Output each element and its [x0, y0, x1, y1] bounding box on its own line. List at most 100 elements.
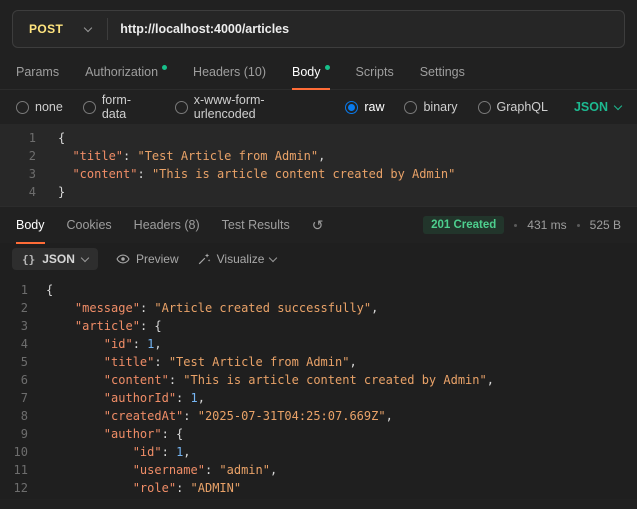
code-line: 10 "id": 1, [0, 443, 637, 461]
code-line: 1{ [0, 129, 637, 147]
code-text: "role": "ADMIN" [132, 481, 242, 495]
tab-body[interactable]: Body [292, 56, 330, 90]
line-number: 3 [20, 319, 28, 333]
body-type-selector: none form-data x-www-form-urlencoded raw… [0, 90, 637, 124]
green-dot [324, 64, 330, 70]
line-number: 11 [13, 463, 28, 477]
line-number: 7 [20, 391, 28, 405]
radio-graphql[interactable]: GraphQL [477, 100, 548, 114]
code-text: "id": 1, [132, 445, 191, 459]
code-line: 11 "username": "admin", [0, 461, 637, 479]
tab-scripts[interactable]: Scripts [356, 56, 394, 90]
radio-label: binary [423, 100, 458, 114]
response-body-viewer[interactable]: 1{2 "message": "Article created successf… [0, 276, 637, 499]
format-label: JSON [42, 252, 75, 266]
raw-language-dropdown[interactable]: JSON [573, 100, 623, 114]
chevron-down-icon [613, 101, 623, 110]
code-line: 1{ [0, 281, 637, 299]
line-number: 3 [28, 167, 36, 181]
tab-label: Settings [419, 65, 465, 79]
request-body-editor[interactable]: 1{2 "title": "Test Article from Admin", 3… [0, 124, 637, 207]
tab-params[interactable]: Params [16, 56, 59, 90]
radio-label: none [35, 100, 63, 114]
chevron-down-icon [80, 253, 90, 262]
code-text: "message": "Article created successfully… [74, 301, 379, 315]
radio-none[interactable]: none [16, 100, 63, 114]
tab-label: Body [292, 65, 321, 79]
request-url-bar: POST [12, 10, 625, 48]
request-tabs: Params Authorization Headers (10) Body S… [0, 56, 637, 90]
visualize-label: Visualize [216, 252, 265, 266]
tab-settings[interactable]: Settings [420, 56, 465, 90]
preview-button[interactable]: Preview [116, 252, 179, 266]
response-meta: 201 Created 431 ms 525 B [423, 207, 621, 243]
history-icon[interactable]: ↺ [312, 207, 324, 243]
radio-selected-icon [345, 100, 359, 114]
line-number: 5 [20, 355, 28, 369]
line-number: 2 [28, 149, 36, 163]
tab-label: Cookies [66, 217, 112, 232]
chevron-down-icon [269, 253, 278, 262]
language-label: JSON [573, 100, 608, 114]
radio-icon [174, 100, 188, 114]
line-number: 4 [20, 337, 28, 351]
tab-response-body[interactable]: Body [16, 207, 45, 244]
code-line: 4} [0, 183, 637, 201]
code-line: 8 "createdAt": "2025-07-31T04:25:07.669Z… [0, 407, 637, 425]
line-number: 2 [20, 301, 28, 315]
method-dropdown[interactable]: POST [13, 11, 107, 47]
code-text: "content": "This is article content crea… [72, 167, 456, 181]
tab-label: Headers (8) [133, 217, 200, 232]
code-line: 3 "content": "This is article content cr… [0, 165, 637, 183]
radio-icon [82, 100, 96, 114]
code-line: 12 "role": "ADMIN" [0, 479, 637, 497]
response-format-dropdown[interactable]: {} JSON [12, 248, 98, 270]
tab-authorization[interactable]: Authorization [85, 56, 168, 90]
request-editor-code: 1{2 "title": "Test Article from Admin", 3… [0, 129, 637, 201]
chevron-down-icon [84, 23, 93, 32]
code-line: 5 "title": "Test Article from Admin", [0, 353, 637, 371]
method-label: POST [29, 22, 64, 36]
response-toolbar: {} JSON Preview Visualize [0, 243, 637, 276]
curly-braces-icon: {} [22, 252, 36, 266]
radio-label: x-www-form-urlencoded [193, 93, 265, 121]
preview-label: Preview [135, 252, 179, 266]
tab-response-headers[interactable]: Headers (8) [134, 207, 200, 244]
radio-binary[interactable]: binary [404, 100, 458, 114]
code-text: "title": "Test Article from Admin", [103, 355, 357, 369]
radio-x-www-form-urlencoded[interactable]: x-www-form-urlencoded [174, 93, 326, 121]
visualize-button[interactable]: Visualize [197, 252, 278, 266]
line-number: 12 [13, 481, 28, 495]
radio-icon [477, 100, 491, 114]
code-line: 3 "article": { [0, 317, 637, 335]
code-text: "username": "admin", [132, 463, 278, 477]
line-number: 9 [20, 427, 28, 441]
line-number: 1 [20, 283, 28, 297]
tab-headers[interactable]: Headers (10) [193, 56, 266, 90]
separator-dot [576, 223, 580, 227]
code-text: { [58, 131, 66, 145]
url-input[interactable] [108, 22, 624, 36]
code-text: "authorId": 1, [103, 391, 205, 405]
code-line: 4 "id": 1, [0, 335, 637, 353]
radio-label: raw [364, 100, 385, 114]
code-text: "title": "Test Article from Admin", [72, 149, 326, 163]
radio-label: form-data [101, 93, 131, 121]
radio-icon [16, 100, 29, 114]
radio-form-data[interactable]: form-data [82, 93, 155, 121]
code-line: 7 "authorId": 1, [0, 389, 637, 407]
line-number: 4 [28, 185, 36, 199]
code-text: "article": { [74, 319, 162, 333]
tab-label: Authorization [85, 65, 159, 79]
tab-cookies[interactable]: Cookies [67, 207, 112, 244]
tab-label: Headers (10) [193, 65, 266, 79]
green-dot [162, 64, 168, 70]
tab-test-results[interactable]: Test Results [222, 207, 290, 244]
line-number: 1 [28, 131, 36, 145]
code-line: 2 "message": "Article created successful… [0, 299, 637, 317]
tab-label: Scripts [355, 65, 394, 79]
radio-label: GraphQL [496, 100, 548, 114]
radio-raw[interactable]: raw [345, 100, 384, 114]
postman-app: POST Params Authorization Headers (10) B… [0, 0, 637, 509]
code-text: "author": { [103, 427, 184, 441]
